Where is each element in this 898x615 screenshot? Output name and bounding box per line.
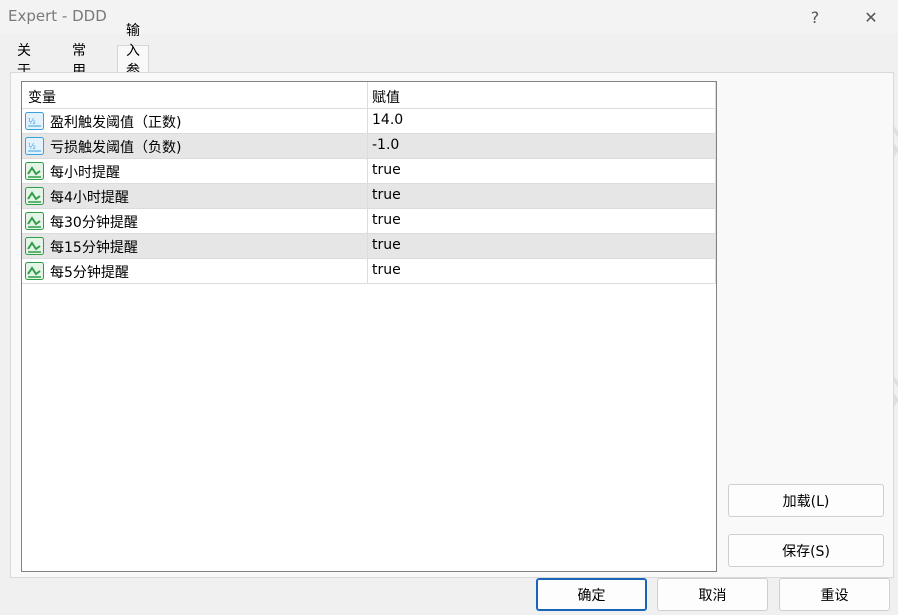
boolean-icon xyxy=(25,187,44,205)
table-row[interactable]: ½ 亏损触发阈值（负数) -1.0 xyxy=(22,134,716,159)
close-button[interactable]: ✕ xyxy=(851,4,891,30)
help-button[interactable]: ? xyxy=(795,4,835,30)
table-row[interactable]: 每小时提醒 true xyxy=(22,159,716,184)
parameter-name: 每小时提醒 xyxy=(50,165,120,181)
boolean-icon xyxy=(25,212,44,230)
parameter-value[interactable]: true xyxy=(372,237,401,253)
column-header-variable[interactable]: 变量 xyxy=(28,87,56,107)
parameter-name: 每30分钟提醒 xyxy=(50,215,138,231)
tab-common[interactable]: 常用 xyxy=(63,43,95,79)
column-header-value[interactable]: 赋值 xyxy=(372,87,400,107)
parameter-value[interactable]: true xyxy=(372,262,401,278)
parameter-value[interactable]: -1.0 xyxy=(372,137,399,153)
boolean-icon xyxy=(25,237,44,255)
parameter-value[interactable]: true xyxy=(372,187,401,203)
table-row[interactable]: ½ 盈利触发阈值（正数) 14.0 xyxy=(22,109,716,134)
parameter-name: 盈利触发阈值（正数) xyxy=(50,115,182,131)
parameters-table[interactable]: 变量 赋值 ½ 盈利触发阈值（正数) 14.0 ½ 亏损触发阈值（负数) -1.0 每小时提… xyxy=(21,81,717,572)
ok-button[interactable]: 确定 xyxy=(536,578,647,611)
tab-about[interactable]: 关于 xyxy=(8,43,40,79)
svg-text:½: ½ xyxy=(28,117,36,126)
save-button[interactable]: 保存(S) xyxy=(728,534,884,567)
cancel-button[interactable]: 取消 xyxy=(657,578,768,611)
table-row[interactable]: 每30分钟提醒 true xyxy=(22,209,716,234)
svg-text:½: ½ xyxy=(28,142,36,151)
table-row[interactable]: 每5分钟提醒 true xyxy=(22,259,716,284)
table-header: 变量 赋值 xyxy=(22,82,716,109)
window-title: Expert - DDD xyxy=(8,7,107,25)
tab-input-params[interactable]: 输入参数 xyxy=(117,23,149,99)
close-icon: ✕ xyxy=(864,7,878,27)
table-row[interactable]: 每4小时提醒 true xyxy=(22,184,716,209)
load-button[interactable]: 加载(L) xyxy=(728,484,884,517)
parameter-value[interactable]: true xyxy=(372,212,401,228)
help-icon: ? xyxy=(810,7,820,27)
number-icon: ½ xyxy=(25,112,44,130)
parameter-name: 每15分钟提醒 xyxy=(50,240,138,256)
reset-button[interactable]: 重设 xyxy=(779,578,890,611)
parameter-value[interactable]: true xyxy=(372,162,401,178)
parameter-name: 每5分钟提醒 xyxy=(50,265,129,281)
parameter-name: 亏损触发阈值（负数) xyxy=(50,140,182,156)
parameter-name: 每4小时提醒 xyxy=(50,190,129,206)
column-separator xyxy=(367,82,368,284)
boolean-icon xyxy=(25,162,44,180)
column-separator xyxy=(715,82,716,284)
parameter-value[interactable]: 14.0 xyxy=(372,112,403,128)
boolean-icon xyxy=(25,262,44,280)
table-row[interactable]: 每15分钟提醒 true xyxy=(22,234,716,259)
number-icon: ½ xyxy=(25,137,44,155)
